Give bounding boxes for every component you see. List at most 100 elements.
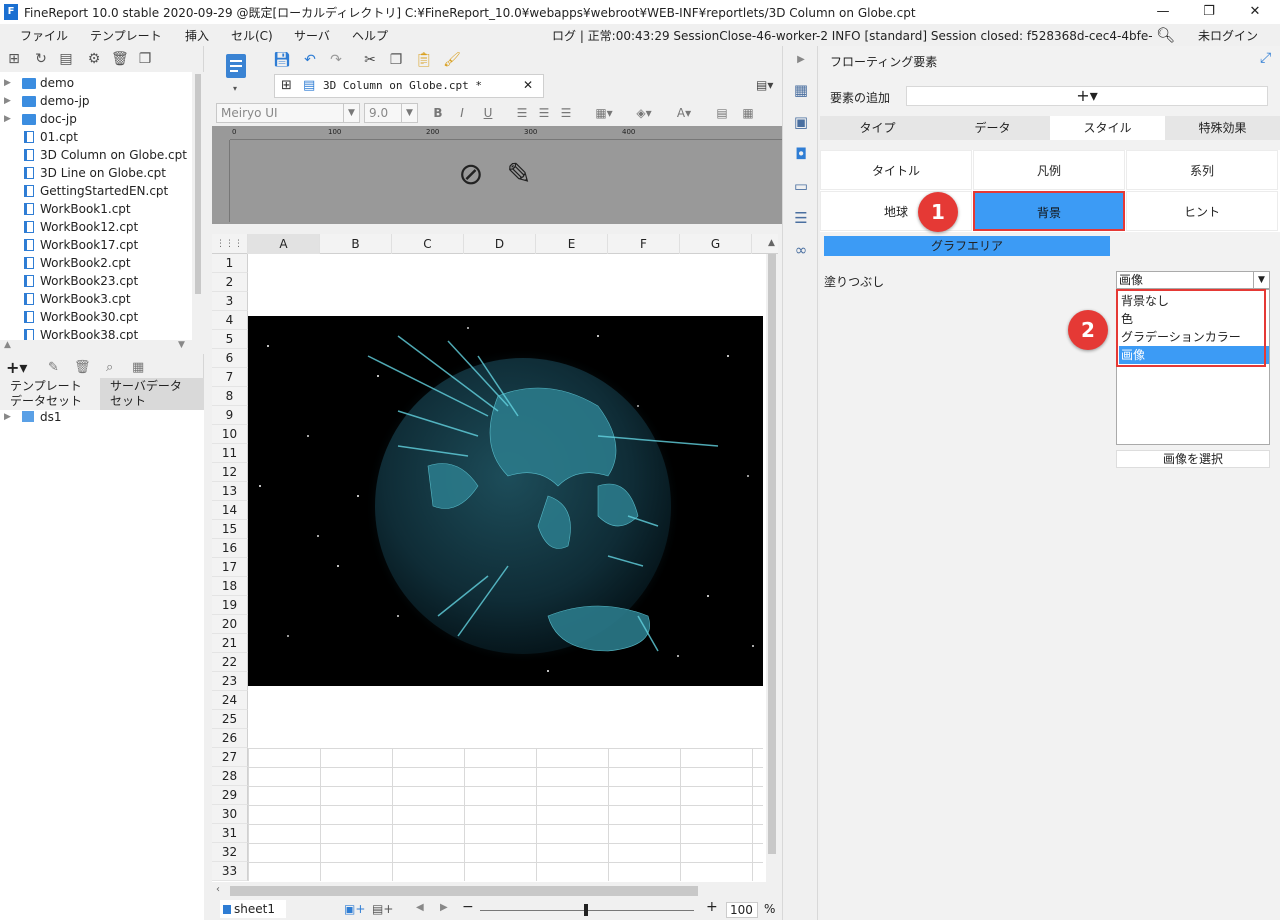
expand-arrow-icon[interactable]: ▶ <box>4 74 11 92</box>
tree-item-file[interactable]: WorkBook23.cpt <box>0 272 192 290</box>
tree-item-file[interactable]: GettingStartedEN.cpt <box>0 182 192 200</box>
file-tree-scrollbar[interactable] <box>192 72 204 340</box>
row-header[interactable]: 5 <box>212 330 248 349</box>
tab-list-icon[interactable]: ▤▾ <box>756 78 773 92</box>
row-header[interactable]: 3 <box>212 292 248 311</box>
scrollbar-thumb[interactable] <box>230 886 698 896</box>
cut-icon[interactable]: ✂ <box>360 50 380 70</box>
zoom-in-icon[interactable]: + <box>706 899 718 915</box>
style-legend-button[interactable]: 凡例 <box>973 150 1125 190</box>
column-header[interactable]: C <box>392 234 464 254</box>
menu-file[interactable]: ファイル <box>20 27 68 44</box>
tree-item-file[interactable]: WorkBook17.cpt <box>0 236 192 254</box>
horizontal-scrollbar[interactable]: ‹ <box>216 884 766 896</box>
tree-item-file[interactable]: WorkBook2.cpt <box>0 254 192 272</box>
column-header[interactable]: F <box>608 234 680 254</box>
tree-item-file[interactable]: WorkBook1.cpt <box>0 200 192 218</box>
row-header[interactable]: 13 <box>212 482 248 501</box>
column-header[interactable]: A <box>248 234 320 254</box>
row-header[interactable]: 15 <box>212 520 248 539</box>
row-header[interactable]: 14 <box>212 501 248 520</box>
row-header[interactable]: 30 <box>212 805 248 824</box>
expand-arrow-icon[interactable]: ▶ <box>4 110 11 128</box>
menu-help[interactable]: ヘルプ <box>352 27 388 44</box>
expand-arrow-icon[interactable]: ▶ <box>4 92 11 110</box>
column-header[interactable]: E <box>536 234 608 254</box>
edit-icon[interactable]: ✎ <box>48 360 59 375</box>
new-folder-icon[interactable]: ⊞ <box>6 51 22 67</box>
zoom-slider-thumb[interactable] <box>584 904 588 916</box>
row-header[interactable]: 8 <box>212 387 248 406</box>
style-hint-button[interactable]: ヒント <box>1126 191 1278 231</box>
scrollbar-thumb[interactable] <box>195 74 201 294</box>
tab-special-effects[interactable]: 特殊効果 <box>1165 116 1280 140</box>
style-title-button[interactable]: タイトル <box>820 150 972 190</box>
tree-item-file[interactable]: WorkBook12.cpt <box>0 218 192 236</box>
save-icon[interactable]: 💾︎ <box>272 50 292 70</box>
tree-item-file[interactable]: 3D Line on Globe.cpt <box>0 164 192 182</box>
cell-attributes-icon[interactable]: ▦ <box>791 80 811 100</box>
menu-template[interactable]: テンプレート <box>90 27 162 44</box>
close-window-button[interactable]: ✕ <box>1240 2 1270 22</box>
paste-icon[interactable]: 📋︎ <box>414 50 434 70</box>
format-painter-icon[interactable]: 🖌︎ <box>442 50 462 70</box>
scroll-left-icon[interactable]: ‹ <box>216 884 220 895</box>
align-right-icon[interactable]: ☰ <box>558 104 574 122</box>
refresh-icon[interactable]: ↻ <box>33 51 49 67</box>
copy-icon[interactable]: ❐ <box>386 50 406 70</box>
tree-item-file[interactable]: WorkBook3.cpt <box>0 290 192 308</box>
row-header[interactable]: 12 <box>212 463 248 482</box>
collapse-down-icon[interactable]: ▼ <box>178 340 185 350</box>
row-header[interactable]: 31 <box>212 824 248 843</box>
row-header[interactable]: 4 <box>212 311 248 330</box>
expand-panel-icon[interactable]: ▶ <box>791 50 811 70</box>
scrollbar-thumb[interactable] <box>768 254 776 854</box>
unmerge-cells-icon[interactable]: ▦ <box>740 104 756 122</box>
fill-type-select[interactable]: 画像 ▼ <box>1116 271 1270 289</box>
tree-item-folder[interactable]: ▶ demo <box>0 74 192 92</box>
globe-chart-image[interactable] <box>248 316 763 686</box>
zoom-out-icon[interactable]: − <box>462 899 474 915</box>
tab-data[interactable]: データ <box>935 116 1050 140</box>
font-family-select[interactable]: Meiryo UI ▼ <box>216 103 360 123</box>
edit-pencil-icon[interactable]: ✎ <box>502 158 536 192</box>
row-header[interactable]: 2 <box>212 273 248 292</box>
tab-type[interactable]: タイプ <box>820 116 935 140</box>
redo-icon[interactable]: ↷ <box>326 50 346 70</box>
style-background-button[interactable]: 背景 <box>973 191 1125 231</box>
delete-icon[interactable]: 🗑︎ <box>111 51 129 67</box>
row-header[interactable]: 24 <box>212 691 248 710</box>
tree-item-file[interactable]: WorkBook38.cpt <box>0 326 192 340</box>
choose-image-button[interactable]: 画像を選択 <box>1116 450 1270 468</box>
next-sheet-icon[interactable]: ▶ <box>440 902 448 913</box>
bold-icon[interactable]: B <box>430 104 446 122</box>
hyperlink-icon[interactable]: ∞ <box>791 240 811 260</box>
tree-item-file[interactable]: WorkBook30.cpt <box>0 308 192 326</box>
align-left-icon[interactable]: ☰ <box>514 104 530 122</box>
font-size-select[interactable]: 9.0 ▼ <box>364 103 418 123</box>
tree-item-folder[interactable]: ▶ doc-jp <box>0 110 192 128</box>
expand-arrow-icon[interactable]: ▶ <box>4 408 11 426</box>
zoom-input[interactable]: 100 <box>726 902 758 918</box>
preview-icon[interactable]: ⌕ <box>106 360 113 375</box>
delete-icon[interactable]: 🗑︎ <box>74 360 91 375</box>
condition-icon[interactable]: ☰ <box>791 208 811 228</box>
collapse-up-icon[interactable]: ▲ <box>4 340 11 350</box>
floating-element-icon[interactable]: ◘ <box>791 144 811 164</box>
tree-item-dataset[interactable]: ▶ ds1 <box>0 408 192 426</box>
minimize-button[interactable]: — <box>1148 2 1178 22</box>
merge-cells-icon[interactable]: ▤ <box>714 104 730 122</box>
align-center-icon[interactable]: ☰ <box>536 104 552 122</box>
widget-icon[interactable]: ▭ <box>791 176 811 196</box>
row-header[interactable]: 9 <box>212 406 248 425</box>
menu-insert[interactable]: 挿入 <box>185 27 209 44</box>
tree-item-folder[interactable]: ▶ demo-jp <box>0 92 192 110</box>
add-poly-sheet-icon[interactable]: ▤+ <box>372 902 393 916</box>
row-header[interactable]: 11 <box>212 444 248 463</box>
restore-button[interactable]: ❐ <box>1194 2 1224 22</box>
add-element-button[interactable]: +▾ <box>906 86 1268 106</box>
search-icon[interactable]: 🔍︎ <box>1156 26 1175 44</box>
row-header[interactable]: 21 <box>212 634 248 653</box>
row-header[interactable]: 22 <box>212 653 248 672</box>
close-tab-icon[interactable]: ✕ <box>523 78 533 92</box>
